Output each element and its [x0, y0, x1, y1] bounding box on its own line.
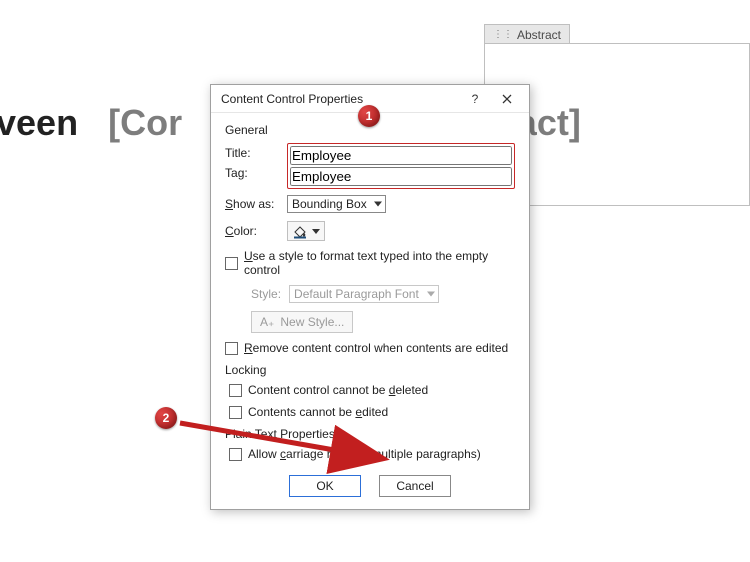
use-style-checkbox[interactable] [225, 257, 238, 270]
show-as-value: Bounding Box [292, 197, 367, 211]
dialog-body: General Title: Tag: Show as: Bounding Bo… [211, 113, 529, 509]
chevron-down-icon [312, 229, 320, 234]
carriage-returns-label: Allow carriage returns (multiple paragra… [248, 447, 481, 461]
remove-on-edit-label: Remove content control when contents are… [244, 341, 508, 355]
chevron-down-icon [427, 292, 435, 297]
color-picker[interactable] [287, 221, 325, 241]
label-color: Color: [225, 224, 279, 238]
annotation-callout-2: 2 [155, 407, 177, 429]
tag-input[interactable] [290, 167, 512, 186]
new-style-button: A₊ New Style... [251, 311, 353, 333]
section-plaintext: Plain Text Properties [225, 427, 515, 441]
close-button[interactable] [491, 85, 523, 113]
cannot-delete-checkbox[interactable] [229, 384, 242, 397]
label-style: Style: [251, 287, 281, 301]
use-style-label: Use a style to format text typed into th… [244, 249, 515, 277]
bg-word-veen: veen [0, 102, 78, 143]
new-style-label: New Style... [280, 315, 344, 329]
close-icon [502, 94, 512, 104]
dialog-title: Content Control Properties [221, 92, 459, 106]
content-control-tab-label: Abstract [517, 28, 561, 42]
help-button[interactable]: ? [459, 85, 491, 113]
label-tag: Tag: [225, 166, 279, 180]
content-control-tab[interactable]: ⋮⋮ Abstract [484, 24, 570, 44]
bg-placeholder-left: [Cor [108, 102, 182, 143]
title-tag-highlight [287, 143, 515, 189]
chevron-down-icon [374, 202, 382, 207]
page-root: veen [Cor Abstract] ⋮⋮ Abstract Content … [0, 0, 750, 562]
grab-handle-icon: ⋮⋮ [493, 29, 513, 40]
style-dropdown: Default Paragraph Font [289, 285, 439, 303]
cannot-edit-label: Contents cannot be edited [248, 405, 388, 419]
cannot-delete-label: Content control cannot be deleted [248, 383, 428, 397]
cancel-button[interactable]: Cancel [379, 475, 451, 497]
paint-bucket-icon [292, 223, 308, 239]
label-show-as: Show as: [225, 197, 279, 211]
show-as-dropdown[interactable]: Bounding Box [287, 195, 386, 213]
remove-on-edit-checkbox[interactable] [225, 342, 238, 355]
cannot-edit-checkbox[interactable] [229, 406, 242, 419]
ok-button[interactable]: OK [289, 475, 361, 497]
title-input[interactable] [290, 146, 512, 165]
section-locking: Locking [225, 363, 515, 377]
carriage-returns-checkbox[interactable] [229, 448, 242, 461]
annotation-callout-1: 1 [358, 105, 380, 127]
content-control-properties-dialog: Content Control Properties ? General Tit… [210, 84, 530, 510]
style-value: Default Paragraph Font [294, 287, 419, 301]
label-title: Title: [225, 146, 279, 160]
font-a-icon: A₊ [260, 315, 274, 329]
